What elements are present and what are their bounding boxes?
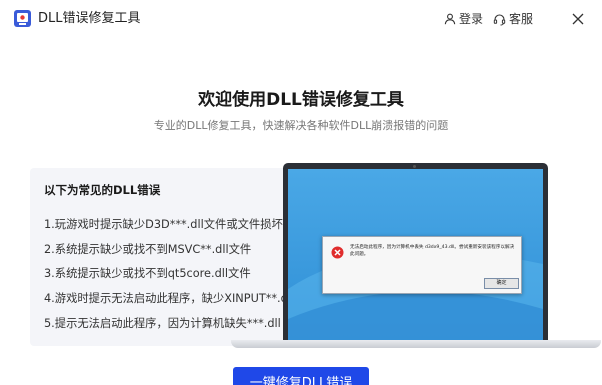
user-icon	[444, 13, 456, 25]
laptop-base	[231, 340, 601, 348]
login-label: 登录	[459, 12, 484, 26]
error-item: 5.提示无法启动此程序，因为计算机缺失***.dll	[44, 317, 281, 330]
page-subtitle: 专业的DLL修复工具，快速解决各种软件DLL崩溃报错的问题	[153, 119, 449, 132]
laptop-screen: 无法启动此程序，因为计算机中丢失 d3dx9_43.dll。尝试重新安装该程序以…	[288, 169, 543, 340]
error-item: 2.系统提示缺少或找不到MSVC**.dll文件	[44, 243, 252, 256]
dialog-ok-button: 确定	[484, 278, 519, 289]
error-item: 1.玩游戏时提示缺少D3D***.dll文件或文件损坏	[44, 218, 283, 231]
error-dialog: 无法启动此程序，因为计算机中丢失 d3dx9_43.dll。尝试重新安装该程序以…	[322, 236, 522, 294]
dll-app-icon	[14, 10, 31, 27]
customer-service-button[interactable]: 客服	[493, 10, 533, 28]
app-title: DLL错误修复工具	[38, 11, 141, 26]
panel-title: 以下为常见的DLL错误	[44, 183, 161, 197]
title-bar: DLL错误修复工具 登录 客服	[0, 0, 602, 38]
headset-icon	[493, 13, 506, 25]
error-item: 3.系统提示缺少或找不到qt5core.dll文件	[44, 267, 251, 280]
close-icon[interactable]	[569, 10, 587, 28]
common-errors-panel: 以下为常见的DLL错误 1.玩游戏时提示缺少D3D***.dll文件或文件损坏 …	[30, 168, 292, 346]
service-label: 客服	[509, 12, 534, 26]
laptop-camera	[413, 165, 416, 168]
laptop-screen-bezel: 无法启动此程序，因为计算机中丢失 d3dx9_43.dll。尝试重新安装该程序以…	[283, 163, 548, 340]
error-item: 4.游戏时提示无法启动此程序，缺少XINPUT**.dll	[44, 292, 292, 305]
page-title: 欢迎使用DLL错误修复工具	[198, 90, 404, 110]
error-icon	[331, 246, 344, 259]
login-button[interactable]: 登录	[444, 10, 483, 28]
dialog-message: 无法启动此程序，因为计算机中丢失 d3dx9_43.dll。尝试重新安装该程序以…	[350, 245, 515, 257]
repair-dll-button[interactable]: 一键修复DLL错误	[233, 367, 369, 385]
